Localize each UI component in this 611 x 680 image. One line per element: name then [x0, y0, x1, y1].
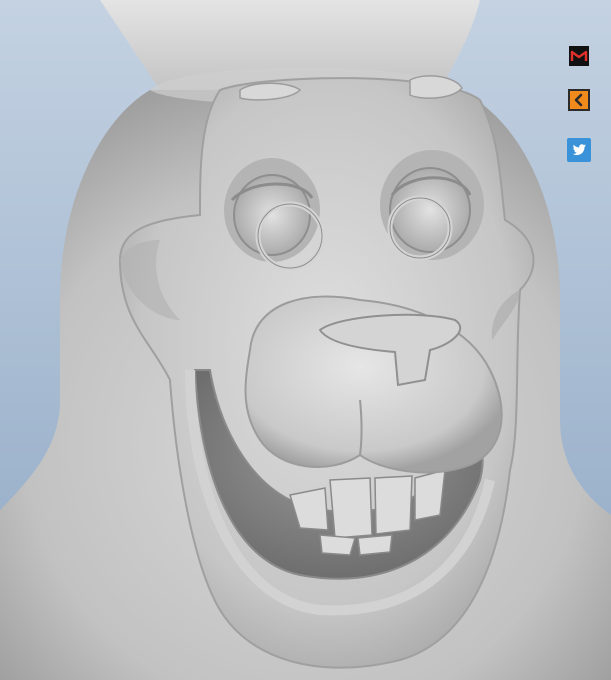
chevron-left-icon — [568, 89, 590, 111]
model-eye-right — [389, 167, 471, 253]
3d-viewport[interactable] — [0, 0, 611, 680]
m-logo-icon — [569, 46, 589, 66]
twitter-share-button[interactable] — [567, 138, 591, 162]
twitter-bird-icon — [567, 138, 591, 162]
brand-logo-button[interactable] — [567, 44, 591, 68]
collapse-panel-button[interactable] — [567, 88, 591, 112]
3d-model-render[interactable] — [0, 0, 611, 680]
